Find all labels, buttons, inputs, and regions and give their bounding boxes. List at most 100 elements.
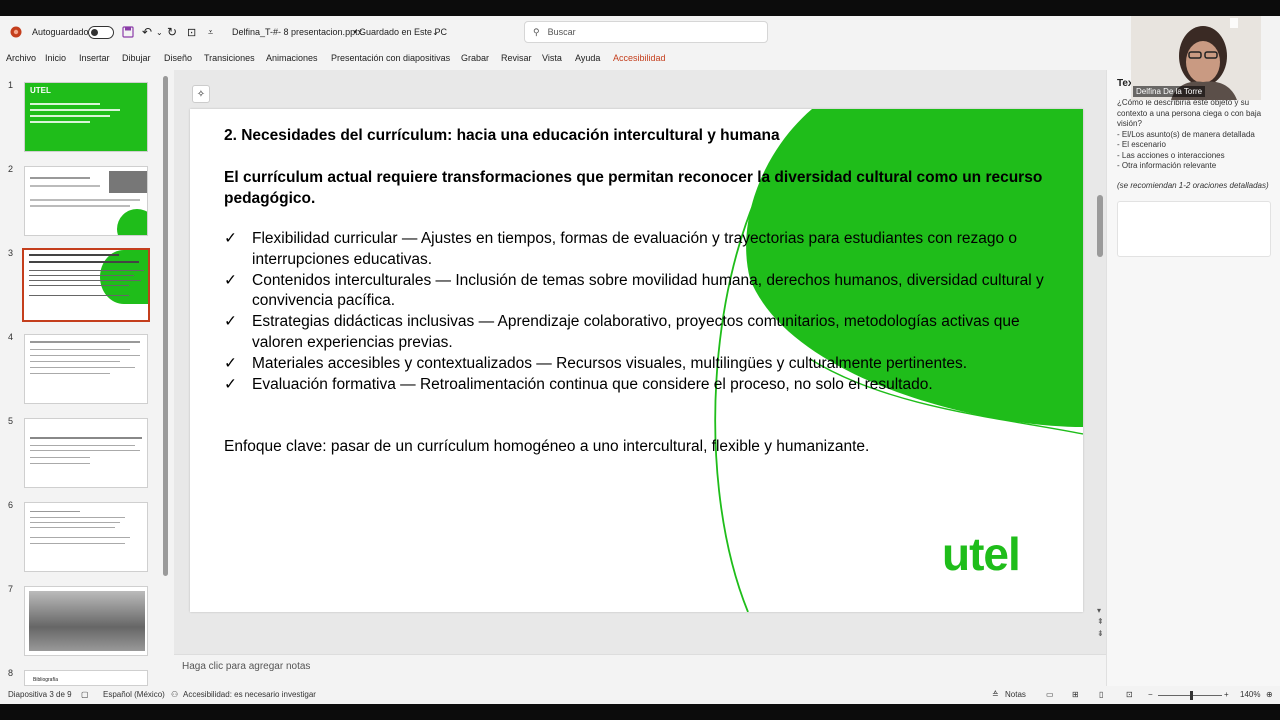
slide-thumbnail-3-selected[interactable] bbox=[22, 248, 150, 322]
slide-thumbnail-pane: 1 UTEL 2 3 4 5 6 7 8 Bibliografía bbox=[0, 70, 172, 686]
zoom-level[interactable]: 140% bbox=[1240, 690, 1260, 699]
alt-text-input[interactable] bbox=[1117, 201, 1271, 257]
undo-icon[interactable]: ↶ bbox=[142, 16, 152, 48]
slide-thumbnail-5[interactable] bbox=[24, 418, 148, 488]
thumb-line bbox=[29, 280, 141, 281]
check-icon: ✓ bbox=[224, 354, 237, 372]
tab-grabar[interactable]: Grabar bbox=[461, 53, 489, 63]
thumb-line bbox=[30, 522, 120, 523]
list-item: ✓ Estrategias didácticas inclusivas — Apr… bbox=[224, 313, 1020, 351]
thumb-logo: UTEL bbox=[30, 86, 51, 95]
thumb-line bbox=[30, 457, 90, 458]
check-icon: ✓ bbox=[224, 230, 237, 247]
slideshow-icon[interactable]: ⊡ bbox=[1126, 690, 1133, 699]
accessibility-status[interactable]: Accesibilidad: es necesario investigar bbox=[183, 690, 316, 699]
help-line: - Otra información relevante bbox=[1117, 161, 1217, 170]
undo-dropdown-icon[interactable]: ⌄ bbox=[156, 16, 163, 48]
customize-toolbar-icon[interactable]: ⩡ bbox=[208, 16, 213, 48]
next-slide-icon[interactable]: ⇟ bbox=[1097, 629, 1104, 638]
tab-vista[interactable]: Vista bbox=[542, 53, 562, 63]
utel-logo: utel bbox=[942, 528, 1021, 580]
notes-icon[interactable]: ≙ bbox=[992, 690, 999, 699]
accessibility-icon: ⚇ bbox=[171, 690, 179, 699]
thumb-line bbox=[30, 445, 135, 446]
autosave-toggle[interactable] bbox=[88, 16, 114, 48]
zoom-out-icon[interactable]: − bbox=[1148, 690, 1153, 699]
thumb-line bbox=[29, 295, 129, 296]
alt-text-help: ¿Cómo le describiría este objeto y su co… bbox=[1117, 98, 1275, 191]
slide-number: 3 bbox=[8, 248, 14, 258]
tab-dibujar[interactable]: Dibujar bbox=[122, 53, 151, 63]
previous-slide-icon[interactable]: ⇞ bbox=[1097, 617, 1104, 626]
slide-sorter-icon[interactable]: ⊞ bbox=[1072, 690, 1079, 699]
tab-transiciones[interactable]: Transiciones bbox=[204, 53, 255, 63]
thumb-line bbox=[30, 185, 100, 187]
slide-thumbnail-2[interactable] bbox=[24, 166, 148, 236]
check-icon: ✓ bbox=[224, 271, 237, 289]
thumb-line bbox=[30, 177, 90, 179]
slide-thumbnail-6[interactable] bbox=[24, 502, 148, 572]
list-item: ✓ Evaluación formativa — Retroalimentació… bbox=[224, 375, 1064, 396]
notes-placeholder: Haga clic para agregar notas bbox=[182, 661, 311, 672]
spelling-icon[interactable]: ▢ bbox=[81, 690, 89, 699]
tab-animaciones[interactable]: Animaciones bbox=[266, 53, 318, 63]
slide-number: 2 bbox=[8, 164, 14, 174]
slide-number: 7 bbox=[8, 584, 14, 594]
tab-archivo[interactable]: Archivo bbox=[6, 53, 36, 63]
thumb-line bbox=[30, 109, 120, 111]
tab-revisar[interactable]: Revisar bbox=[501, 53, 532, 63]
thumb-line bbox=[30, 121, 90, 123]
zoom-slider-thumb[interactable] bbox=[1190, 691, 1193, 700]
search-placeholder: Buscar bbox=[547, 27, 576, 37]
notes-button[interactable]: Notas bbox=[1005, 690, 1026, 699]
slide-thumbnail-8[interactable]: Bibliografía bbox=[24, 670, 148, 686]
thumb-line bbox=[29, 270, 144, 271]
language-indicator[interactable]: Español (México) bbox=[103, 690, 165, 699]
thumb-line bbox=[30, 341, 140, 343]
slide-thumbnail-1[interactable]: UTEL bbox=[24, 82, 148, 152]
powerpoint-logo-icon bbox=[10, 16, 22, 48]
slide-number: 8 bbox=[8, 668, 14, 678]
help-line: - El/Los asunto(s) de manera detallada bbox=[1117, 129, 1255, 139]
fit-to-window-icon[interactable]: ⊕ bbox=[1266, 690, 1273, 699]
thumb-line bbox=[30, 103, 100, 105]
editor-scrollbar[interactable] bbox=[1097, 195, 1103, 257]
save-icon[interactable] bbox=[122, 16, 134, 48]
scroll-down-icon[interactable]: ▾ bbox=[1097, 606, 1101, 615]
thumb-shape bbox=[117, 209, 147, 235]
tab-presentacion[interactable]: Presentación con diapositivas bbox=[331, 53, 450, 63]
slide-thumbnail-4[interactable] bbox=[24, 334, 148, 404]
search-box[interactable]: ⚲ Buscar bbox=[524, 21, 768, 43]
thumb-line bbox=[30, 349, 130, 350]
thumb-line bbox=[30, 115, 110, 117]
thumb-line bbox=[30, 527, 115, 528]
tab-accesibilidad[interactable]: Accesibilidad bbox=[613, 53, 666, 63]
slide-thumbnail-7[interactable] bbox=[24, 586, 148, 656]
tab-insertar[interactable]: Insertar bbox=[79, 53, 110, 63]
normal-view-icon[interactable]: ▭ bbox=[1046, 690, 1054, 699]
thumb-line bbox=[30, 437, 142, 439]
video-control-icon[interactable] bbox=[1230, 18, 1238, 28]
chevron-down-icon[interactable]: ⌄ bbox=[432, 16, 439, 48]
slide-text-body: 2. Necesidades del currículum: hacia una… bbox=[224, 127, 1064, 456]
redo-icon[interactable]: ↻ bbox=[167, 16, 177, 48]
help-line: - El escenario bbox=[1117, 140, 1166, 149]
alt-text-pane: Tex ¿Cómo le describiría este objeto y s… bbox=[1106, 70, 1280, 686]
thumb-line bbox=[30, 511, 80, 512]
help-recommendation: (se recomiendan 1-2 oraciones detalladas… bbox=[1117, 180, 1269, 190]
separator-dot: • bbox=[351, 27, 360, 37]
reading-view-icon[interactable]: ▯ bbox=[1099, 690, 1103, 699]
list-item: ✓ Materiales accesibles y contextualizado… bbox=[224, 354, 1064, 375]
slide-canvas[interactable]: 2. Necesidades del currículum: hacia una… bbox=[190, 109, 1083, 612]
present-icon[interactable]: ⊡ bbox=[187, 16, 196, 48]
designer-sparkle-icon[interactable]: ✧ bbox=[192, 85, 210, 103]
check-icon: ✓ bbox=[224, 375, 237, 393]
thumbnail-scrollbar[interactable] bbox=[163, 76, 168, 576]
notes-pane[interactable]: Haga clic para agregar notas bbox=[174, 654, 1106, 686]
tab-ayuda[interactable]: Ayuda bbox=[575, 53, 600, 63]
tab-inicio[interactable]: Inicio bbox=[45, 53, 66, 63]
list-item: ✓ Flexibilidad curricular — Ajustes en ti… bbox=[224, 230, 1018, 268]
thumb-line bbox=[29, 275, 134, 276]
tab-diseno[interactable]: Diseño bbox=[164, 53, 192, 63]
zoom-in-icon[interactable]: + bbox=[1224, 690, 1229, 699]
